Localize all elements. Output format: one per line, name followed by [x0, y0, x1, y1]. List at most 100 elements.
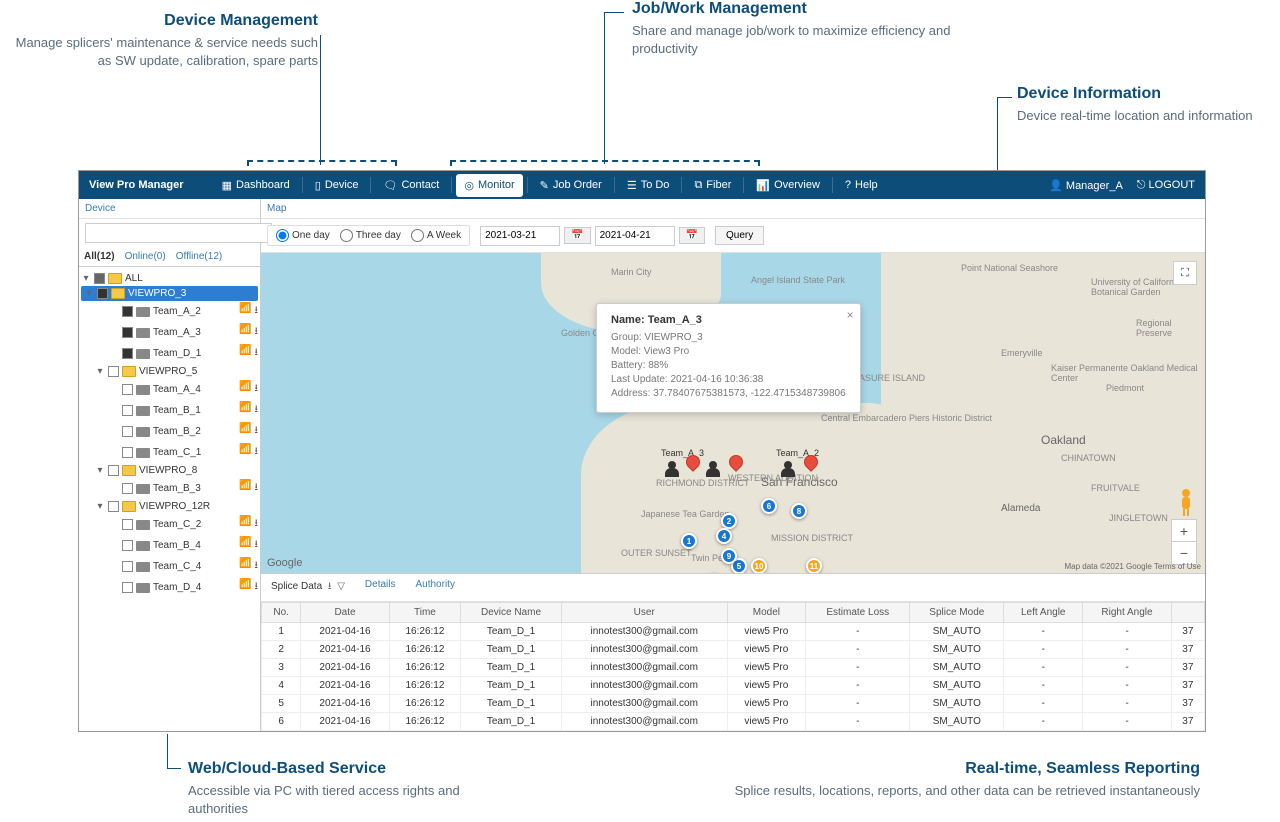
column-header[interactable]	[1171, 603, 1204, 623]
tree-device[interactable]: Team_C_2📶⭳	[81, 514, 258, 535]
map-marker[interactable]: 6	[761, 498, 777, 514]
column-header[interactable]: Date	[301, 603, 389, 623]
download-icon[interactable]: ⭳	[255, 303, 259, 320]
column-header[interactable]: Splice Mode	[910, 603, 1004, 623]
date-to-input[interactable]	[595, 226, 675, 246]
checkbox[interactable]	[122, 306, 133, 317]
tree-device[interactable]: Team_A_2📶⭳	[81, 301, 258, 322]
tree-folder[interactable]: ▾VIEWPRO_8	[81, 463, 258, 478]
query-button[interactable]: Query	[715, 226, 764, 245]
user-name[interactable]: 👤 Manager_A	[1049, 179, 1123, 192]
search-input[interactable]	[85, 223, 272, 243]
column-header[interactable]: Estimate Loss	[806, 603, 910, 623]
download-icon[interactable]: ⭳	[255, 558, 259, 575]
map-marker[interactable]: 1	[681, 533, 697, 549]
column-header[interactable]: Right Angle	[1083, 603, 1171, 623]
tree-device[interactable]: Team_B_4📶⭳	[81, 535, 258, 556]
checkbox[interactable]	[108, 465, 119, 476]
column-header[interactable]: Left Angle	[1004, 603, 1083, 623]
checkbox[interactable]	[122, 561, 133, 572]
pegman-icon[interactable]	[1175, 487, 1197, 517]
filter-icon[interactable]: ▽	[337, 581, 345, 592]
checkbox[interactable]	[108, 366, 119, 377]
checkbox[interactable]	[122, 384, 133, 395]
tab-splice-data[interactable]: Splice Data ⭳ ▽	[261, 574, 355, 601]
checkbox[interactable]	[122, 582, 133, 593]
map-marker[interactable]: 9	[721, 548, 737, 564]
nav-device[interactable]: ▯ Device	[307, 174, 367, 197]
table-row[interactable]: 42021-04-1616:26:12Team_D_1innotest300@g…	[262, 677, 1205, 695]
tree-device[interactable]: Team_B_2📶⭳	[81, 421, 258, 442]
table-row[interactable]: 62021-04-1616:26:12Team_D_1innotest300@g…	[262, 713, 1205, 731]
filter-online[interactable]: Online(0)	[120, 247, 171, 266]
tree-folder[interactable]: ▾ALL	[81, 271, 258, 286]
nav-contact[interactable]: 🗨 Contact	[375, 174, 447, 197]
checkbox[interactable]	[108, 501, 119, 512]
download-icon[interactable]: ⭳	[255, 423, 259, 440]
nav-fiber[interactable]: ⧉ Fiber	[686, 174, 739, 197]
tree-device[interactable]: Team_A_3📶⭳	[81, 322, 258, 343]
download-icon[interactable]: ⭳	[255, 579, 259, 596]
filter-all[interactable]: All(12)	[79, 247, 120, 266]
tree-folder[interactable]: ▾VIEWPRO_3	[81, 286, 258, 301]
nav-monitor[interactable]: ◎ Monitor	[456, 174, 522, 197]
download-icon[interactable]: ⭳	[255, 516, 259, 533]
download-icon[interactable]: ⭳	[255, 324, 259, 341]
checkbox[interactable]	[122, 426, 133, 437]
map-marker[interactable]: 2	[721, 513, 737, 529]
tree-device[interactable]: Team_D_1📶⭳	[81, 343, 258, 364]
tree-device[interactable]: Team_A_4📶⭳	[81, 379, 258, 400]
caret-icon[interactable]: ▾	[84, 288, 94, 299]
tree-device[interactable]: Team_B_1📶⭳	[81, 400, 258, 421]
checkbox[interactable]	[122, 519, 133, 530]
checkbox[interactable]	[122, 483, 133, 494]
radio-week[interactable]: A Week	[411, 229, 461, 242]
date-from-picker[interactable]: 📅	[564, 227, 590, 244]
filter-offline[interactable]: Offline(12)	[171, 247, 228, 266]
column-header[interactable]: Model	[727, 603, 805, 623]
checkbox[interactable]	[122, 447, 133, 458]
column-header[interactable]: Device Name	[461, 603, 562, 623]
checkbox[interactable]	[122, 327, 133, 338]
fullscreen-button[interactable]: ⛶	[1173, 261, 1197, 285]
nav-help[interactable]: ? Help	[837, 174, 886, 196]
checkbox[interactable]	[122, 348, 133, 359]
nav-overview[interactable]: 📊 Overview	[748, 174, 828, 197]
nav-todo[interactable]: ☰ To Do	[619, 174, 678, 197]
tree-device[interactable]: Team_C_4📶⭳	[81, 556, 258, 577]
nav-dashboard[interactable]: ▦ Dashboard	[214, 174, 298, 197]
download-icon[interactable]: ⭳	[255, 480, 259, 497]
table-row[interactable]: 52021-04-1616:26:12Team_D_1innotest300@g…	[262, 695, 1205, 713]
table-row[interactable]: 22021-04-1616:26:12Team_D_1innotest300@g…	[262, 641, 1205, 659]
date-to-picker[interactable]: 📅	[679, 227, 705, 244]
close-icon[interactable]: ×	[847, 308, 854, 322]
tree-device[interactable]: Team_C_1📶⭳	[81, 442, 258, 463]
zoom-out-button[interactable]: −	[1172, 542, 1196, 564]
tab-authority[interactable]: Authority	[405, 574, 464, 601]
download-icon[interactable]: ⭳	[328, 581, 332, 592]
radio-one-day[interactable]: One day	[276, 229, 330, 242]
tree-folder[interactable]: ▾VIEWPRO_5	[81, 364, 258, 379]
date-from-input[interactable]	[480, 226, 560, 246]
tree-device[interactable]: Team_B_3📶⭳	[81, 478, 258, 499]
column-header[interactable]: Time	[389, 603, 461, 623]
table-row[interactable]: 12021-04-1616:26:12Team_D_1innotest300@g…	[262, 623, 1205, 641]
logout-button[interactable]: ⎋ LOGOUT	[1137, 179, 1195, 192]
caret-icon[interactable]: ▾	[95, 501, 105, 512]
radio-three-day[interactable]: Three day	[340, 229, 401, 242]
download-icon[interactable]: ⭳	[255, 444, 259, 461]
tree-folder[interactable]: ▾VIEWPRO_12R	[81, 499, 258, 514]
download-icon[interactable]: ⭳	[255, 537, 259, 554]
download-icon[interactable]: ⭳	[255, 402, 259, 419]
caret-icon[interactable]: ▾	[95, 366, 105, 377]
download-icon[interactable]: ⭳	[255, 381, 259, 398]
checkbox[interactable]	[122, 405, 133, 416]
table-row[interactable]: 32021-04-1616:26:12Team_D_1innotest300@g…	[262, 659, 1205, 677]
tab-details[interactable]: Details	[355, 574, 406, 601]
map-marker[interactable]: 4	[716, 528, 732, 544]
map-marker[interactable]: 11	[806, 558, 822, 573]
checkbox[interactable]	[94, 273, 105, 284]
map[interactable]: Marin City Sausalito Angel Island State …	[261, 253, 1205, 573]
caret-icon[interactable]: ▾	[95, 465, 105, 476]
map-marker[interactable]: 8	[791, 503, 807, 519]
